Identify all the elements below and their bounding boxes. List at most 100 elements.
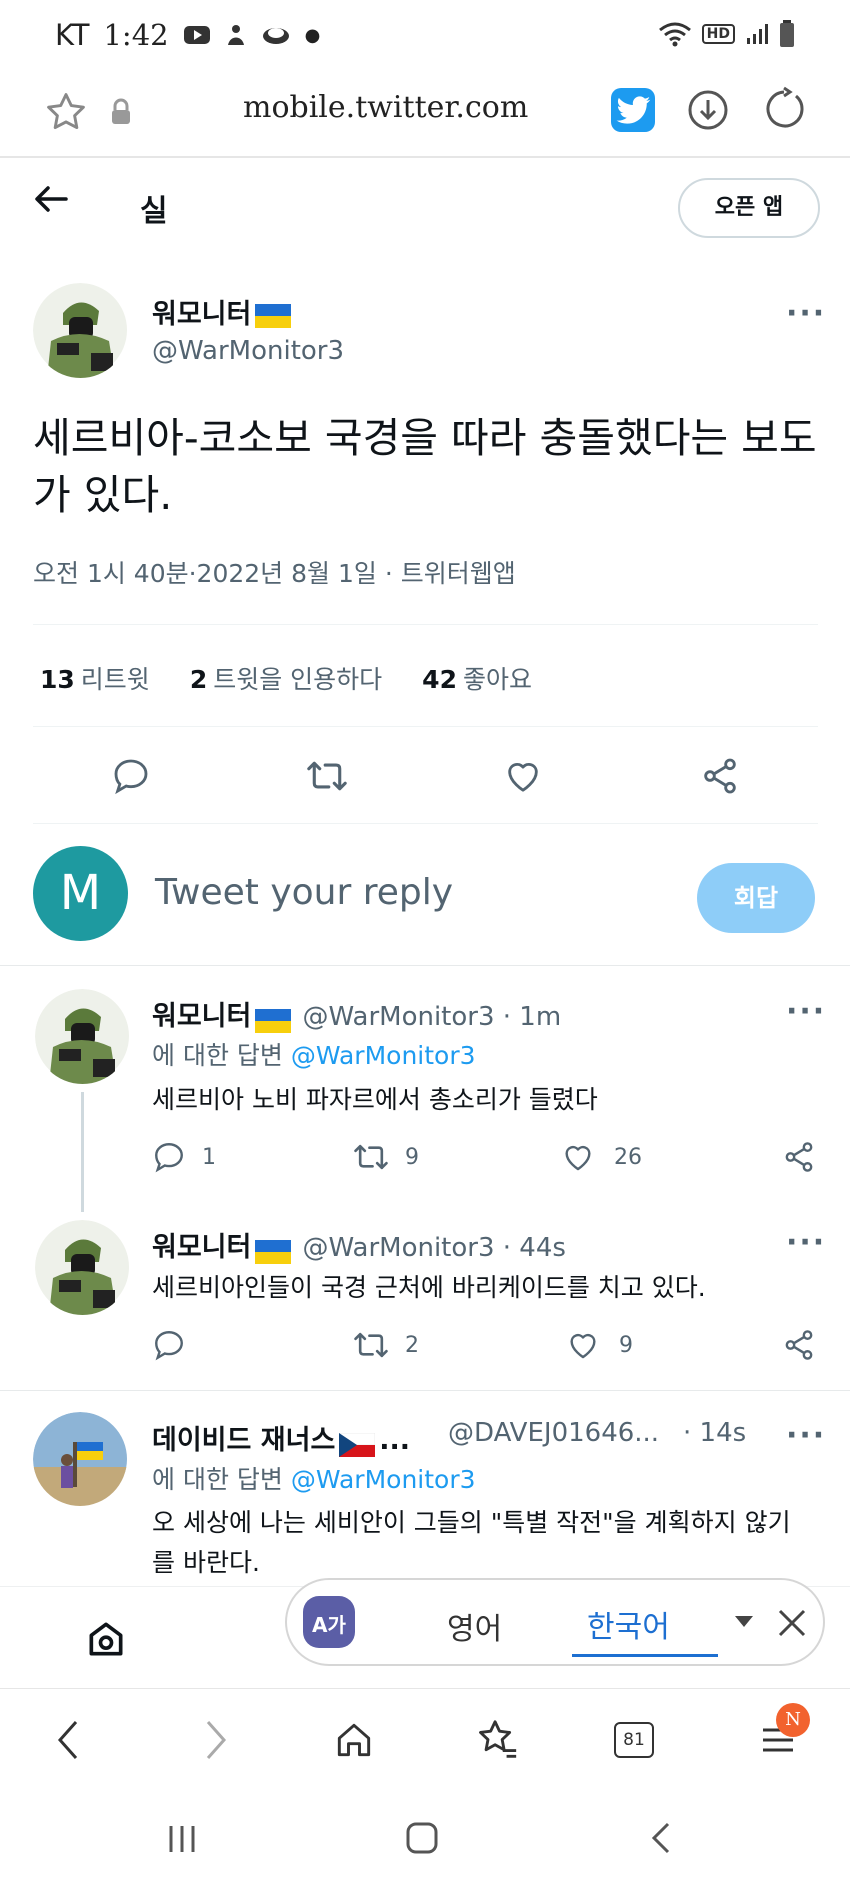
avatar[interactable] xyxy=(35,1220,130,1315)
like-heart-icon[interactable] xyxy=(566,1328,600,1362)
more-notifications-dot: ● xyxy=(304,24,321,46)
browser-home-icon[interactable] xyxy=(332,1718,376,1762)
signal-icon xyxy=(747,24,768,44)
translate-source-language[interactable]: 영어 xyxy=(447,1604,502,1648)
author-name[interactable]: 워모니터 xyxy=(152,292,292,331)
home-icon[interactable] xyxy=(84,1617,128,1661)
selected-language-indicator xyxy=(572,1654,718,1657)
lock-icon xyxy=(112,98,130,124)
menu-notification-badge: N xyxy=(776,1703,810,1737)
divider xyxy=(33,823,818,824)
replying-to-label: 에 대한 답변 xyxy=(152,1465,283,1494)
current-user-avatar[interactable]: M xyxy=(33,846,128,941)
back-arrow-icon[interactable] xyxy=(34,185,68,213)
twitter-bird-icon xyxy=(616,96,651,124)
reply-time: · 14s xyxy=(683,1418,747,1448)
reply-icon[interactable] xyxy=(111,756,151,796)
system-home-icon[interactable] xyxy=(404,1820,440,1856)
more-options-icon[interactable]: ··· xyxy=(786,296,826,331)
hd-voice-badge: HD xyxy=(701,24,735,44)
divider xyxy=(33,624,818,625)
quotes-stat[interactable]: 2 트윗을 인용하다 xyxy=(190,660,382,696)
divider xyxy=(0,1390,850,1391)
reply-author-name[interactable]: 워모니터 xyxy=(152,1232,251,1263)
reply-text: 세르비아 노비 파자르에서 총소리가 들렸다 xyxy=(152,1085,598,1114)
reply-author-name[interactable]: 워모니터 xyxy=(152,1001,251,1032)
page-title: 실 xyxy=(140,194,168,229)
retweets-stat[interactable]: 13 리트윗 xyxy=(40,660,150,696)
share-icon[interactable] xyxy=(700,756,740,796)
share-icon[interactable] xyxy=(782,1328,816,1362)
system-back-icon[interactable] xyxy=(646,1820,674,1856)
more-options-icon[interactable]: ··· xyxy=(786,994,826,1029)
reply-header: 워모니터 @WarMonitor3 · 1m xyxy=(152,994,561,1033)
url-text[interactable]: mobile.twitter.com xyxy=(243,90,528,125)
reply-handle-time[interactable]: @WarMonitor3 · 1m xyxy=(302,1002,561,1032)
czech-flag-icon xyxy=(339,1432,376,1457)
name-truncation: ... xyxy=(379,1425,411,1456)
reload-icon[interactable] xyxy=(762,86,808,132)
translate-target-language[interactable]: 한국어 xyxy=(587,1602,670,1646)
browser-forward-icon[interactable] xyxy=(198,1718,232,1762)
avatar[interactable] xyxy=(33,1412,128,1507)
reply-count: 1 xyxy=(202,1145,216,1170)
app-notification-icon xyxy=(227,25,244,45)
replying-to: 에 대한 답변 @WarMonitor3 xyxy=(152,1460,476,1496)
share-icon[interactable] xyxy=(782,1140,816,1174)
reply-icon[interactable] xyxy=(152,1140,186,1174)
bookmark-star-icon[interactable] xyxy=(44,90,88,134)
bookmarks-icon[interactable] xyxy=(474,1716,520,1762)
reply-text: 세르비아인들이 국경 근처에 바리케이드를 치고 있다. xyxy=(152,1273,706,1302)
like-heart-icon[interactable] xyxy=(503,756,543,796)
ukraine-flag-icon xyxy=(255,303,292,328)
game-notification-icon xyxy=(262,28,289,44)
reply-handle-time[interactable]: @WarMonitor3 · 44s xyxy=(302,1233,565,1263)
browser-back-icon[interactable] xyxy=(52,1718,86,1762)
browser-address-bar: mobile.twitter.com xyxy=(0,70,850,158)
like-heart-icon[interactable] xyxy=(561,1140,595,1174)
likes-stat[interactable]: 42 좋아요 xyxy=(422,660,532,696)
tabs-count: 81 xyxy=(623,1730,645,1750)
status-bar: KT 1:42 ● HD xyxy=(0,0,850,70)
retweet-icon[interactable] xyxy=(352,1140,390,1174)
divider xyxy=(33,726,818,727)
tweet-meta[interactable]: 오전 1시 40분·2022년 8월 1일 · 트위터웹앱 xyxy=(33,554,516,590)
author-name-text: 워모니터 xyxy=(152,299,252,330)
ukraine-flag-icon xyxy=(255,1239,292,1264)
like-count: 26 xyxy=(614,1145,642,1170)
reply-input[interactable]: Tweet your reply xyxy=(155,872,453,913)
more-options-icon[interactable]: ··· xyxy=(786,1418,826,1453)
replying-to-link[interactable]: @WarMonitor3 xyxy=(291,1465,476,1494)
close-icon[interactable] xyxy=(777,1608,807,1638)
retweet-icon[interactable] xyxy=(352,1328,390,1362)
reply-author-name[interactable]: 데이비드 재너스 xyxy=(152,1425,335,1456)
recent-apps-icon[interactable] xyxy=(165,1822,199,1856)
language-dropdown-icon[interactable] xyxy=(735,1616,753,1628)
twitter-app-button[interactable] xyxy=(611,88,655,132)
author-handle[interactable]: @WarMonitor3 xyxy=(152,336,344,366)
translate-icon[interactable]: A가 xyxy=(303,1596,355,1648)
reply-handle[interactable]: @DAVEJ01646... xyxy=(448,1418,659,1448)
replying-to: 에 대한 답변 @WarMonitor3 xyxy=(152,1036,476,1072)
wifi-icon xyxy=(658,22,691,47)
download-icon[interactable] xyxy=(686,88,730,132)
reply-icon[interactable] xyxy=(152,1328,186,1362)
divider xyxy=(0,965,850,966)
tweet-stats: 13 리트윗 2 트윗을 인용하다 42 좋아요 xyxy=(40,660,532,696)
replying-to-link[interactable]: @WarMonitor3 xyxy=(291,1041,476,1070)
reply-submit-button[interactable]: 회답 xyxy=(697,863,815,933)
reply-text: 오 세상에 나는 세비안이 그들의 "특별 작전"을 계획하지 않기를 바란다. xyxy=(152,1508,791,1577)
tabs-button[interactable]: 81 xyxy=(614,1722,654,1758)
youtube-icon xyxy=(183,26,210,44)
tweet-text: 세르비아-코소보 국경을 따라 충돌했다는 보도가 있다. xyxy=(33,414,817,519)
more-options-icon[interactable]: ··· xyxy=(786,1225,826,1260)
clock: 1:42 xyxy=(103,18,169,52)
open-app-button[interactable]: 오픈 앱 xyxy=(678,178,820,238)
retweet-icon[interactable] xyxy=(305,756,349,796)
retweet-count: 2 xyxy=(405,1333,419,1358)
battery-icon xyxy=(780,20,794,47)
avatar[interactable] xyxy=(35,989,130,1084)
carrier-label: KT xyxy=(55,18,90,52)
browser-bottom-nav xyxy=(0,1688,850,1801)
avatar[interactable] xyxy=(33,283,128,378)
